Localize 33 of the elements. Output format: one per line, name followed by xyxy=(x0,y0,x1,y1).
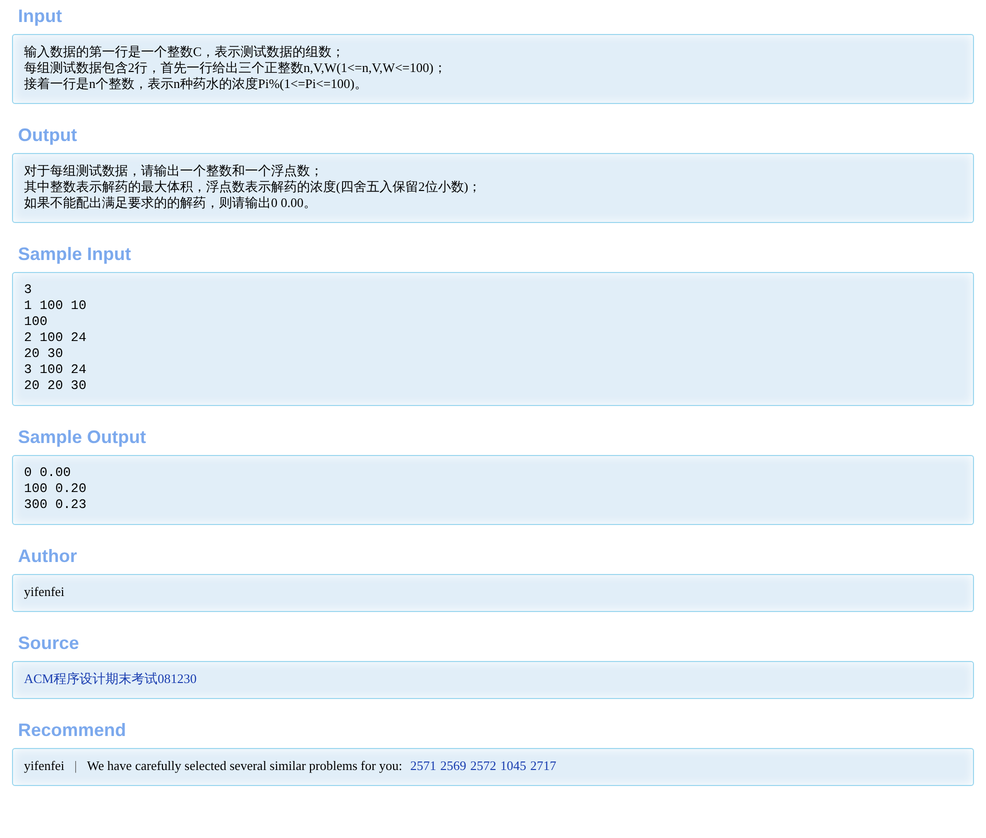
text-line: 接着一行是n个整数，表示n种药水的浓度Pi%(1<=Pi<=100)。 xyxy=(24,76,368,92)
sample-line: 300 0.23 xyxy=(24,497,88,513)
section-heading: Source xyxy=(18,633,80,654)
section-heading: Author xyxy=(18,546,77,567)
sample-line: 3 100 24 xyxy=(24,362,88,378)
sample-line: 20 20 30 xyxy=(24,378,88,394)
section-heading: Sample Input xyxy=(18,244,132,265)
recommend-text: We have carefully selected several similar problems for you: xyxy=(87,758,402,774)
source-link[interactable]: ACM程序设计期末考试081230 xyxy=(24,671,197,686)
problem-link[interactable]: 2717 xyxy=(530,758,556,774)
sample-line: 0 0.00 xyxy=(24,465,72,481)
sample-line: 100 xyxy=(24,314,48,330)
sample-line: 20 30 xyxy=(24,346,64,362)
text-line: 如果不能配出满足要求的的解药，则请输出0 0.00。 xyxy=(24,195,318,211)
separator: | xyxy=(74,758,78,774)
author-name: yifenfei xyxy=(24,758,64,774)
text-line: 对于每组测试数据，请输出一个整数和一个浮点数； xyxy=(24,163,324,179)
problem-link[interactable]: 2569 xyxy=(440,758,466,774)
problem-link[interactable]: 2572 xyxy=(470,758,496,774)
section-heading: Output xyxy=(18,125,77,146)
problem-link[interactable]: 1045 xyxy=(500,758,526,774)
sample-line: 100 0.20 xyxy=(24,481,88,497)
section-heading: Input xyxy=(18,6,62,27)
text-line: 其中整数表示解药的最大体积，浮点数表示解药的浓度(四舍五入保留2位小数)； xyxy=(24,179,482,195)
section-heading: Recommend xyxy=(18,720,126,741)
text-line: 每组测试数据包含2行，首先一行给出三个正整数n,V,W(1<=n,V,W<=100)； xyxy=(24,60,448,76)
problem-link[interactable]: 2571 xyxy=(410,758,436,774)
section-heading: Sample Output xyxy=(18,427,146,448)
sample-line: 1 100 10 xyxy=(24,298,88,314)
sample-line: 3 xyxy=(24,282,33,298)
text-line: 输入数据的第一行是一个整数C，表示测试数据的组数； xyxy=(24,44,346,60)
text-line: yifenfei xyxy=(24,584,66,600)
sample-line: 2 100 24 xyxy=(24,330,88,346)
